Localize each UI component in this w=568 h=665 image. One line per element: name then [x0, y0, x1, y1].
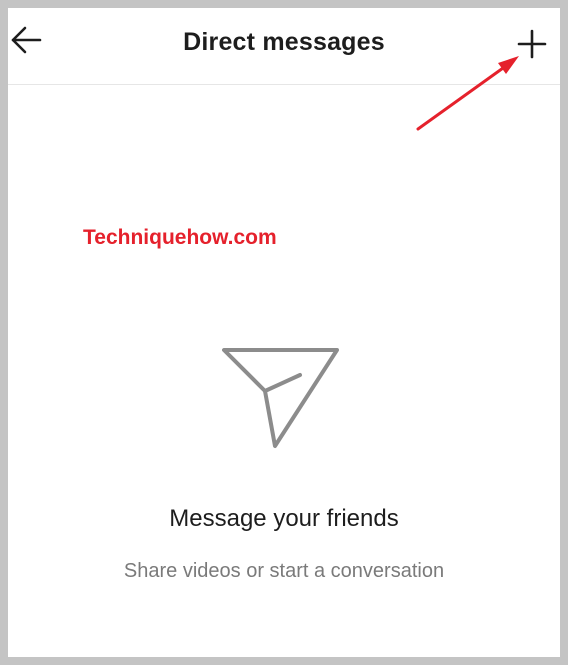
plus-icon: [517, 29, 547, 59]
page-title: Direct messages: [183, 28, 385, 56]
screenshot-frame: Direct messages Techniquehow.com Message…: [0, 0, 568, 665]
watermark-text: Techniquehow.com: [83, 226, 277, 249]
empty-state-title: Message your friends: [169, 505, 399, 532]
paper-plane-icon: [222, 348, 339, 448]
new-message-button[interactable]: [516, 28, 548, 60]
empty-state-subtitle: Share videos or start a conversation: [123, 560, 445, 582]
top-bar: Direct messages: [8, 8, 560, 85]
